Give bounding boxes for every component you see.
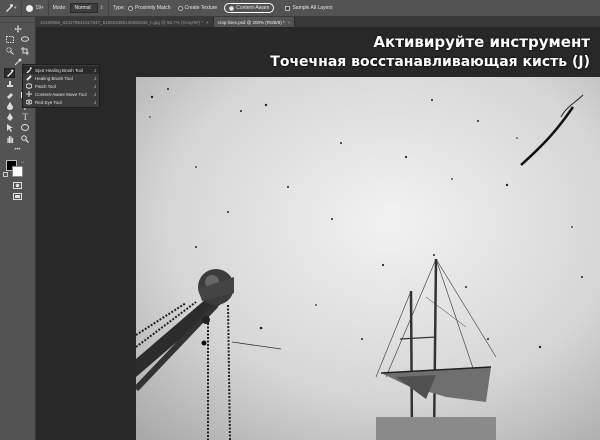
ellipse-tool-icon[interactable] [20, 123, 31, 133]
menu-item-label: Red Eye Tool [35, 99, 62, 105]
radio-create-texture[interactable]: Create Texture [177, 5, 218, 11]
move-tool-icon[interactable] [12, 24, 23, 34]
type-label: Type: [112, 5, 125, 11]
caption-line-1: Активируйте инструмент [373, 33, 590, 51]
radio-proximity-match[interactable]: Proximity Match [127, 5, 171, 11]
close-icon[interactable]: × [206, 20, 209, 25]
document-tabs: 10480969_823278641017947_518553368126690… [36, 17, 600, 27]
default-colors-icon[interactable] [3, 172, 8, 177]
caption-line-2: Точечная восстанавливающая кисть (J) [270, 54, 590, 70]
spot-healing-brush-icon [26, 67, 32, 73]
tab-document-jpg[interactable]: 10480969_823278641017947_518553368126690… [36, 17, 214, 27]
checkbox-box [285, 5, 291, 11]
radio-dot [177, 5, 183, 11]
patch-icon [26, 83, 32, 89]
sample-all-layers-checkbox[interactable]: Sample All Layers [285, 5, 333, 11]
options-bar: ▾ 19 ▾ Mode: Normal ⇕ Type: Proximity Ma… [0, 0, 600, 17]
quick-selection-tool-icon[interactable] [4, 46, 15, 56]
menu-item-shortcut: J [93, 67, 96, 73]
menu-item-label: Content-Aware Move Tool [35, 91, 87, 97]
document-image[interactable] [136, 77, 600, 440]
marquee-tool-icon[interactable] [4, 35, 15, 45]
menu-item-shortcut: J [93, 91, 96, 97]
tab-crop-lines[interactable]: crop lines.psd @ 200% (RGB/8) * × [213, 17, 296, 27]
menu-item-shortcut: J [93, 99, 96, 105]
brush-tip-icon [25, 4, 33, 12]
menu-item-label: Patch Tool [35, 83, 56, 89]
path-selection-tool-icon[interactable] [4, 123, 15, 133]
menu-item-spot-healing-brush[interactable]: Spot Healing Brush Tool J [23, 66, 99, 74]
content-aware-move-icon [26, 91, 32, 97]
radio-label: Proximity Match [134, 5, 171, 11]
healing-brush-icon [26, 75, 32, 81]
zoom-tool-icon[interactable] [20, 134, 31, 144]
menu-item-content-aware-move[interactable]: Content-Aware Move Tool J [23, 90, 99, 98]
radio-label: Create Texture [184, 5, 218, 11]
chevron-down-icon: ▾ [14, 5, 17, 11]
spot-healing-brush-tool-icon[interactable] [4, 67, 16, 78]
spot-healing-brush-icon [6, 4, 13, 12]
chevron-down-icon: ⇕ [99, 5, 104, 11]
chevron-down-icon: ▾ [41, 5, 44, 11]
menu-item-shortcut: J [93, 83, 96, 89]
mode-group: Mode: Normal ⇕ [49, 0, 109, 16]
quick-mask-icon[interactable] [12, 181, 23, 191]
tutorial-caption: Активируйте инструмент Точечная восстана… [270, 33, 590, 72]
pen-tool-icon[interactable] [4, 112, 15, 122]
more-tools-icon[interactable]: ••• [12, 145, 23, 155]
menu-item-label: Spot Healing Brush Tool [35, 67, 84, 73]
menu-item-red-eye[interactable]: Red Eye Tool J [23, 98, 99, 106]
radio-dot [127, 5, 133, 11]
red-eye-icon [26, 99, 32, 105]
tab-label: 10480969_823278641017947_518553368126690… [40, 19, 203, 25]
close-icon[interactable]: × [288, 20, 291, 25]
menu-item-patch[interactable]: Patch Tool J [23, 82, 99, 90]
swap-colors-icon[interactable]: ↔ [20, 159, 25, 165]
background-color-swatch[interactable] [12, 166, 23, 177]
mode-label: Mode: [52, 5, 67, 11]
menu-item-label: Healing Brush Tool [35, 75, 73, 81]
eraser-tool-icon[interactable] [4, 90, 15, 100]
tab-label: crop lines.psd @ 200% (RGB/8) * [217, 19, 285, 25]
mode-select[interactable]: Normal [69, 3, 98, 13]
menu-item-healing-brush[interactable]: Healing Brush Tool J [23, 74, 99, 82]
lasso-tool-icon[interactable] [20, 35, 31, 45]
color-swatches: ↔ [0, 158, 35, 180]
radio-content-aware[interactable]: Content-Aware [224, 3, 275, 13]
hand-tool-icon[interactable] [4, 134, 15, 144]
ship-photo-image [136, 77, 600, 440]
blur-tool-icon[interactable] [4, 101, 15, 111]
healing-tools-flyout: Spot Healing Brush Tool J Healing Brush … [22, 64, 100, 108]
crop-tool-icon[interactable] [20, 46, 31, 56]
type-group: Type: Proximity Match Create Texture Con… [109, 0, 337, 16]
menu-item-shortcut: J [93, 75, 96, 81]
checkbox-label: Sample All Layers [292, 5, 333, 11]
radio-label: Content-Aware [236, 5, 270, 11]
radio-dot [229, 5, 235, 11]
clone-stamp-tool-icon[interactable] [4, 79, 15, 89]
tool-preset-picker[interactable]: ▾ [0, 0, 22, 16]
brush-picker[interactable]: 19 ▾ [22, 0, 49, 16]
type-tool-icon[interactable]: T [20, 112, 31, 122]
screen-mode-icon[interactable] [12, 192, 23, 202]
